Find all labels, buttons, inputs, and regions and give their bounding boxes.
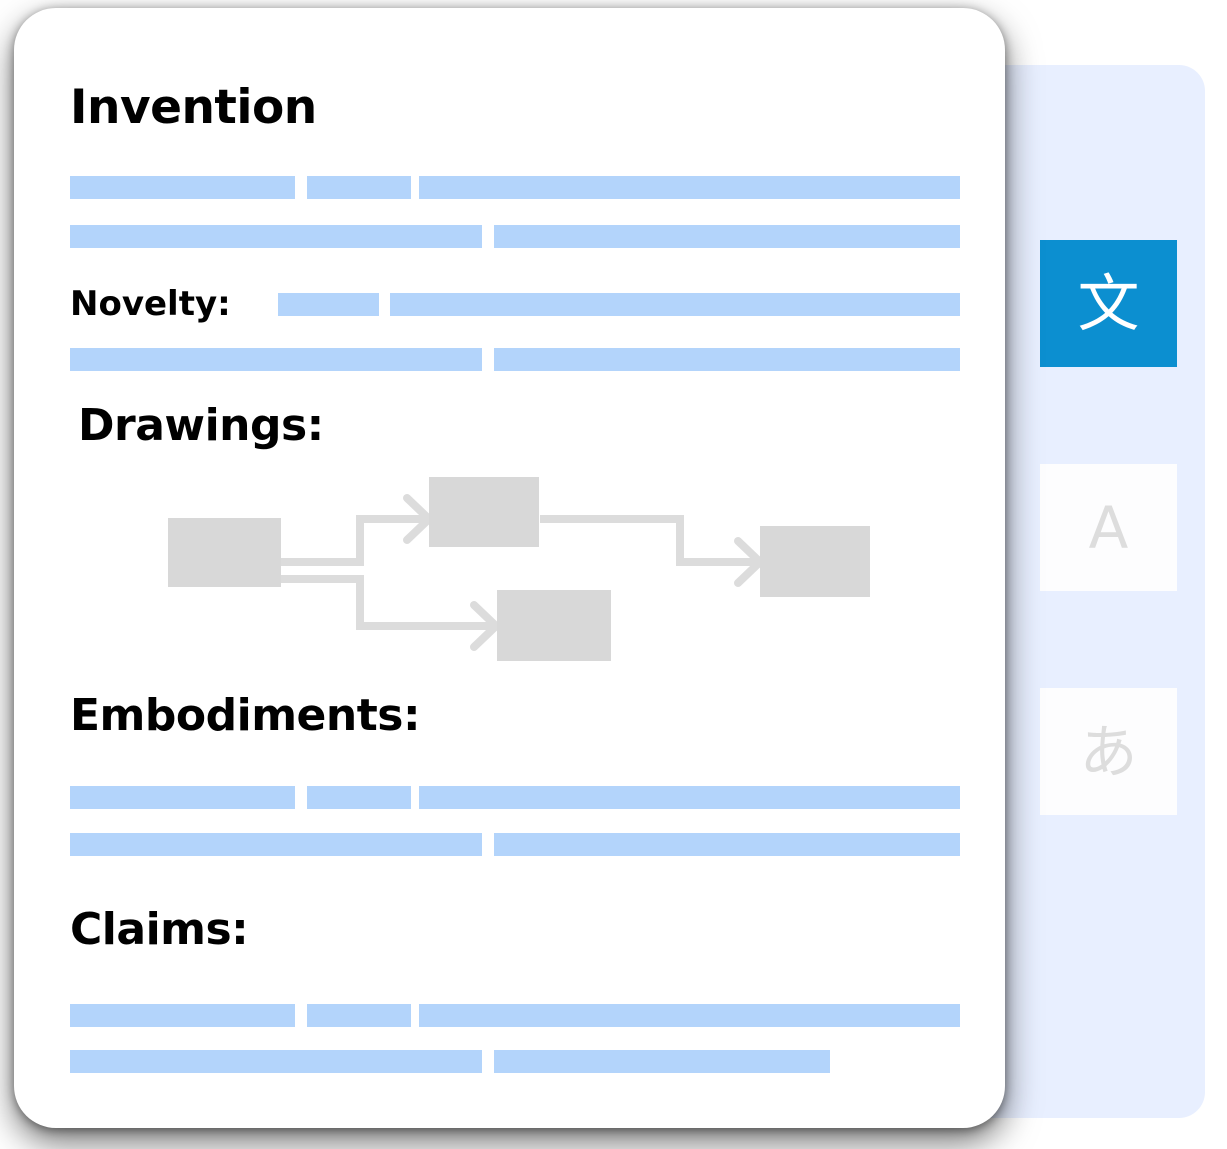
skeleton-line	[70, 833, 960, 856]
hiragana-character-icon: あ	[1079, 717, 1138, 786]
skeleton-line	[70, 348, 960, 371]
skeleton-bar	[494, 348, 960, 371]
section-heading-claims: Claims:	[70, 904, 249, 955]
language-button-group: 文 A あ	[1040, 240, 1177, 815]
skeleton-bar	[70, 786, 295, 809]
connector-branch-a-to-output	[540, 515, 758, 566]
document-content: Invention Novelty: Drawings: Embodiments…	[70, 8, 960, 1128]
skeleton-bar	[70, 1004, 295, 1027]
skeleton-bar	[278, 293, 379, 316]
skeleton-bar	[390, 293, 960, 316]
skeleton-bar	[70, 833, 482, 856]
drawings-flowchart[interactable]	[70, 463, 960, 678]
skeleton-bar	[494, 225, 960, 248]
flowchart-box-output[interactable]	[760, 526, 870, 597]
skeleton-bar	[70, 176, 295, 199]
flowchart-box-branch-a[interactable]	[429, 477, 539, 547]
skeleton-bar	[419, 1004, 960, 1027]
skeleton-bar	[307, 1004, 411, 1027]
skeleton-bar	[70, 225, 482, 248]
skeleton-line	[70, 293, 960, 316]
language-button-latin[interactable]: A	[1040, 464, 1177, 591]
skeleton-line	[70, 176, 960, 199]
skeleton-bar	[70, 348, 482, 371]
skeleton-line	[70, 1050, 960, 1073]
skeleton-line	[70, 1004, 960, 1027]
section-heading-embodiments: Embodiments:	[70, 690, 421, 741]
section-heading-invention: Invention	[70, 80, 317, 135]
skeleton-bar	[419, 176, 960, 199]
connector-input-to-branch-b	[281, 575, 494, 630]
skeleton-line	[70, 225, 960, 248]
skeleton-bar	[70, 1050, 482, 1073]
chinese-character-icon: 文	[1077, 266, 1140, 340]
screenshot-stage: 文 A あ Invention Novelty: Drawings: Embod…	[0, 0, 1227, 1149]
section-heading-drawings: Drawings:	[78, 400, 324, 451]
skeleton-line	[70, 786, 960, 809]
skeleton-bar	[494, 1050, 830, 1073]
language-button-chinese[interactable]: 文	[1040, 240, 1177, 367]
skeleton-bar	[307, 786, 411, 809]
skeleton-bar	[419, 786, 960, 809]
flowchart-box-branch-b[interactable]	[497, 590, 611, 661]
flowchart-box-input[interactable]	[168, 518, 281, 587]
language-button-japanese[interactable]: あ	[1040, 688, 1177, 815]
latin-letter-icon: A	[1088, 493, 1129, 562]
document-card[interactable]: Invention Novelty: Drawings: Embodiments…	[14, 8, 1005, 1128]
skeleton-bar	[494, 833, 960, 856]
skeleton-bar	[307, 176, 411, 199]
